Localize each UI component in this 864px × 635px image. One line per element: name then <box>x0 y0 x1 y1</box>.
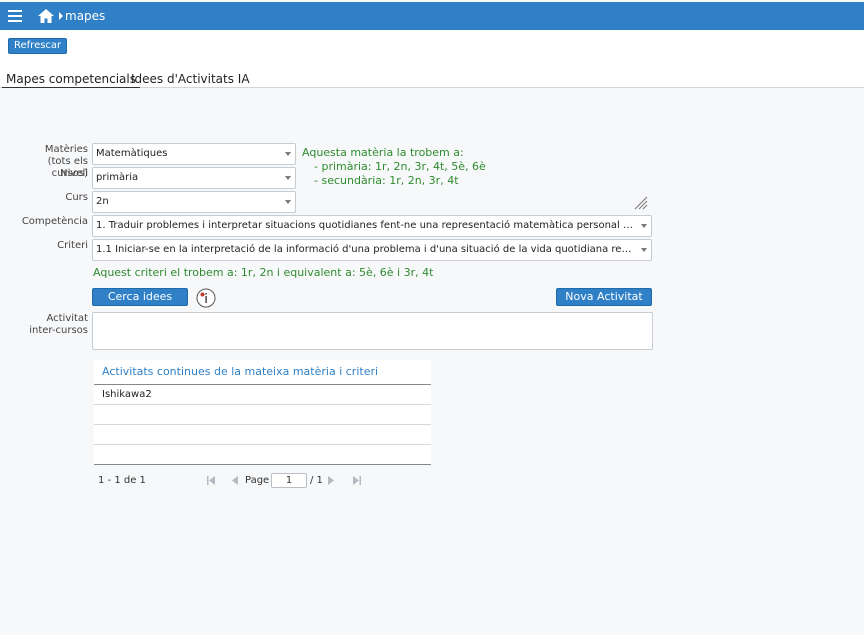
chevron-down-icon <box>641 224 647 228</box>
chevron-down-icon <box>285 200 291 204</box>
tab-bar: Mapes competencials Idees d'Activitats I… <box>0 72 864 88</box>
criteri-info: Aquest criteri el trobem a: 1r, 2n i equ… <box>93 266 434 279</box>
materies-select-value: Matemàtiques <box>96 148 168 159</box>
nivell-select[interactable]: primària <box>92 167 296 189</box>
activities-grid: Activitats continues de la mateixa matèr… <box>94 360 431 465</box>
prev-page-icon[interactable] <box>230 475 240 486</box>
home-icon[interactable] <box>37 7 55 25</box>
curs-label: Curs <box>65 192 88 203</box>
refresh-button[interactable]: Refrescar <box>8 38 68 54</box>
curs-select-value: 2n <box>96 196 109 207</box>
curs-select[interactable]: 2n <box>92 191 296 213</box>
competencia-label: Competència <box>21 216 88 227</box>
new-activity-button[interactable]: Nova Activitat <box>556 288 652 306</box>
breadcrumb-arrow-icon <box>59 12 63 20</box>
chevron-down-icon <box>641 248 647 252</box>
last-page-icon[interactable] <box>352 475 362 486</box>
nivell-select-value: primària <box>96 172 139 183</box>
top-bar: mapes <box>0 2 864 30</box>
nivell-label: Nivell <box>60 168 88 179</box>
table-row[interactable]: Ishikawa2 <box>94 385 431 405</box>
criteri-select-value: 1.1 Iniciar-se en la interpretació de la… <box>96 244 635 255</box>
competencia-select-value: 1. Traduir problemes i interpretar situa… <box>96 220 635 231</box>
materia-info-secundaria: - secundària: 1r, 2n, 3r, 4t <box>314 174 459 187</box>
tab-idees-activitats[interactable]: Idees d'Activitats IA <box>131 72 250 87</box>
materies-select[interactable]: Matemàtiques <box>92 143 296 165</box>
materia-info-title: Aquesta matèria la trobem a: <box>302 146 464 159</box>
menu-icon[interactable] <box>8 10 22 22</box>
criteri-select[interactable]: 1.1 Iniciar-se en la interpretació de la… <box>92 239 652 261</box>
grid-header[interactable]: Activitats continues de la mateixa matèr… <box>94 360 431 385</box>
header-area: Refrescar Mapes competencials Idees d'Ac… <box>0 30 864 88</box>
breadcrumb[interactable]: mapes <box>65 9 105 23</box>
next-page-icon[interactable] <box>326 475 336 486</box>
materies-label-line1: Matèries <box>44 144 88 155</box>
chevron-down-icon <box>285 176 291 180</box>
info-icon[interactable] <box>196 288 216 308</box>
intercurs-label: Activitat inter-cursos <box>10 313 88 337</box>
resize-handle-icon[interactable] <box>634 196 648 210</box>
criteri-label: Criteri <box>57 240 88 251</box>
tab-mapes-competencials[interactable]: Mapes competencials <box>2 72 140 88</box>
search-ideas-button[interactable]: Cerca idees <box>92 288 188 306</box>
intercurs-label-line2: inter-cursos <box>29 325 88 336</box>
first-page-icon[interactable] <box>206 475 216 486</box>
chevron-down-icon <box>285 152 291 156</box>
pager-total: / 1 <box>310 475 323 486</box>
competencia-select[interactable]: 1. Traduir problemes i interpretar situa… <box>92 215 652 237</box>
pager-count: 1 - 1 de 1 <box>98 475 146 486</box>
page-number-input[interactable]: 1 <box>271 473 307 488</box>
table-row[interactable] <box>94 405 431 425</box>
table-row[interactable] <box>94 425 431 445</box>
table-row[interactable] <box>94 445 431 465</box>
materia-info-primaria: - primària: 1r, 2n, 3r, 4t, 5è, 6è <box>314 160 486 173</box>
pager: 1 - 1 de 1 Page 1 / 1 <box>94 472 431 490</box>
pager-page-label: Page <box>245 475 270 486</box>
intercurs-label-line1: Activitat <box>46 313 88 324</box>
intercurs-textarea[interactable] <box>92 312 653 350</box>
